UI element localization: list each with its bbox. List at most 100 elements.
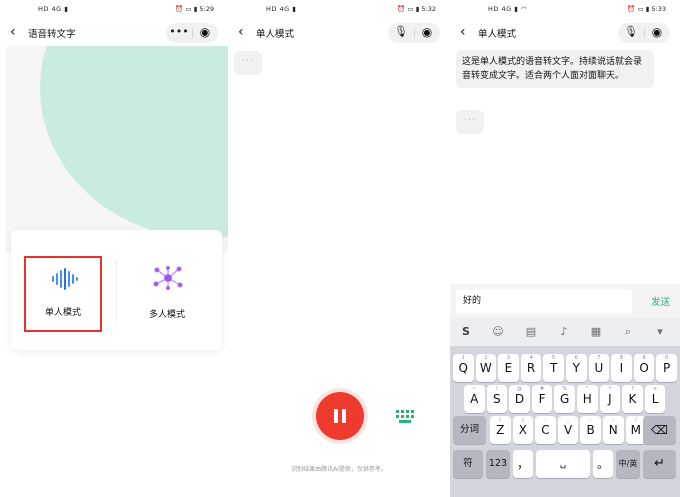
key-label: H [582,392,592,406]
key-w[interactable]: 2W [475,354,497,382]
key-label: U [594,361,604,375]
microphone-icon[interactable]: 🎙 [388,23,414,43]
page-title: 语音转文字 [28,29,76,40]
page-title: 单人模式 [478,29,517,40]
status-bar: HD 4G ▮ ◠ ⏰ ▭ ▮ 5:33 [450,0,680,18]
comma-key[interactable]: ， [513,450,533,478]
key-h[interactable]: " H [577,385,598,413]
key-alt-label: ; [612,417,615,423]
status-bar: HD 4G ▮ ⏰ ▭ ▮ 5:29 [0,0,228,18]
key-alt-label: * [608,386,612,392]
microphone-icon[interactable]: ♪ [556,324,572,340]
key-label: N [608,423,618,437]
chevron-left-icon[interactable]: ‹ [238,24,244,40]
screen-single-mode-recording: HD 4G ▮ ⏰ ▭ ▮ 5:32 ‹ 单人模式 🎙 ◉ ... 识别结果由腾… [228,0,450,497]
key-f[interactable]: # F [531,385,553,413]
more-dots-icon[interactable]: ••• [166,23,192,43]
clipboard-icon[interactable]: ▤ [523,324,539,340]
hero-decoration [40,46,228,238]
language-switch-key[interactable]: 中/英 [616,450,640,478]
key-alt-label: 8 [619,355,624,361]
record-target-icon[interactable]: ◉ [192,23,218,43]
keyboard-icon[interactable] [396,410,414,424]
key-label: E [504,361,513,375]
single-mode-button[interactable]: 单人模式 [24,256,102,332]
key-alt-label: 3 [506,355,511,361]
enter-key[interactable]: ↵ [643,450,676,478]
number-key[interactable]: 123 [486,450,510,478]
key-label: P [663,361,671,375]
fenci-key[interactable]: 分词 [453,416,486,444]
key-label: Q [458,361,468,375]
key-alt-label: 7 [597,355,601,361]
key-z[interactable]: (Z [490,416,511,444]
search-icon[interactable]: ⌕ [620,324,636,340]
key-i[interactable]: 8I [611,354,632,382]
pause-recording-button[interactable] [316,392,364,440]
key-x[interactable]: ) X [512,416,534,444]
apps-grid-icon[interactable]: ▦ [588,324,604,340]
key-alt-label: ( [499,417,502,423]
screen-single-mode-typing: HD 4G ▮ ◠ ⏰ ▭ ▮ 5:33 ‹ 单人模式 🎙 ◉ 这是单人模式的语… [450,0,680,497]
key-l[interactable]: + L [644,385,666,413]
key-q[interactable]: 1Q [453,354,474,382]
single-mode-label: 单人模式 [44,308,81,318]
period-key[interactable]: 。 [593,450,613,478]
status-bar: HD 4G ▮ ⏰ ▭ ▮ 5:32 [228,0,450,18]
record-target-icon[interactable]: ◉ [414,23,440,43]
chevron-left-icon[interactable]: ‹ [460,24,466,40]
key-label: G [559,392,570,406]
nav-bar: ‹ 单人模式 🎙 ◉ [228,20,450,46]
sogou-logo-icon[interactable]: S [458,324,474,340]
key-v[interactable]: _ V [557,416,579,444]
key-u[interactable]: 7U [588,354,610,382]
record-target-icon[interactable]: ◉ [644,23,670,43]
key-j[interactable]: * J [599,385,621,413]
key-alt-label: 4 [529,355,533,361]
key-label: A [470,392,479,406]
key-d[interactable]: @ D [509,385,530,413]
status-left: HD 4G ▮ ◠ [488,5,528,13]
key-b[interactable]: :B [580,416,601,444]
status-left: HD 4G ▮ [266,5,297,13]
key-e[interactable]: 3E [498,354,519,382]
delete-key[interactable]: ⌫ [643,416,676,444]
typing-indicator: ... [234,51,262,75]
key-alt-label: 6 [574,355,578,361]
space-key[interactable]: ␣ [536,450,590,478]
soft-keyboard: S ☺ ▤ ♪ ▦ ⌕ ▾ 1Q2W3E4R5T6Y7U8I9O0P ~ A! S @… [450,318,680,497]
multi-mode-button[interactable]: 多人模式 [128,256,206,332]
key-alt-label: : [589,417,592,423]
transcript-message: 这是单人模式的语音转文字。持续说话就会录音转变成文字。适合两个人面对面聊天。 [456,50,654,88]
key-label: V [563,423,573,437]
status-right: ⏰ ▭ ▮ 5:33 [627,5,666,13]
key-label: X [518,423,527,437]
key-a[interactable]: ~ A [464,385,485,413]
key-p[interactable]: 0P [656,354,677,382]
emoji-icon[interactable]: ☺ [490,324,506,340]
key-y[interactable]: 6Y [566,354,587,382]
key-alt-label: % [562,386,568,392]
key-label: T [549,361,558,375]
chevron-left-icon[interactable]: ‹ [10,24,16,40]
key-label: W [479,361,492,375]
key-g[interactable]: % G [554,385,575,413]
send-button[interactable]: 发送 [651,294,670,308]
key-s[interactable]: ! S [486,385,508,413]
key-o[interactable]: 9O [633,354,655,382]
mode-select-card: 单人模式 多人模式 [11,230,222,350]
key-c[interactable]: -C [535,416,556,444]
key-alt-label: _ [566,417,570,423]
soundwave-icon [52,268,78,290]
symbol-key[interactable]: 符 [453,450,483,478]
key-alt-label: ) [521,417,524,423]
microphone-icon[interactable]: 🎙 [618,23,644,43]
key-k[interactable]: ? K [622,385,643,413]
key-label: F [538,392,546,406]
key-t[interactable]: 5T [543,354,564,382]
message-input[interactable]: 好的 [456,289,632,313]
key-n[interactable]: ; N [603,416,624,444]
key-r[interactable]: 4R [520,354,542,382]
pause-icon [342,409,346,423]
collapse-icon[interactable]: ▾ [652,324,668,340]
